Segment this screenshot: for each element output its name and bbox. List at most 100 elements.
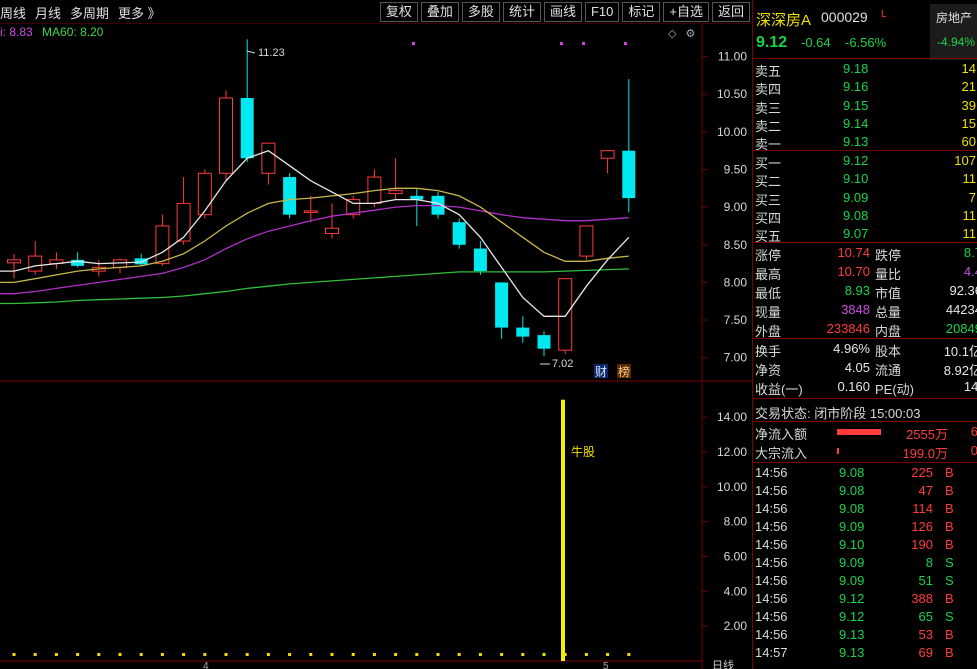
tick-side: B xyxy=(945,537,954,552)
settings-icon[interactable]: ⚙ xyxy=(686,28,696,40)
tick-price: 9.09 xyxy=(839,519,865,534)
tick-side: B xyxy=(945,645,954,660)
volume-dot xyxy=(245,653,249,656)
adjust-button[interactable]: 复权 xyxy=(379,2,418,22)
stat-value: 10.70 xyxy=(837,264,870,279)
fund-flow-bar xyxy=(837,448,839,454)
volume-dot xyxy=(160,653,164,656)
bid-price: 9.10 xyxy=(843,171,869,187)
stat-label: 量比 xyxy=(875,267,902,282)
volume-dot xyxy=(584,653,588,656)
candle[interactable] xyxy=(452,218,466,249)
more-menu[interactable]: 更多 》 xyxy=(118,3,161,22)
ask-level[interactable]: 卖五 9.18 14 xyxy=(753,60,977,79)
tick-row[interactable]: 14:56 9.12 388 B xyxy=(753,590,977,609)
price-axis-label: 7.50 xyxy=(724,313,748,327)
bid-volume: 11 xyxy=(962,171,977,187)
tick-side: S xyxy=(945,555,954,570)
tick-row[interactable]: 14:56 9.08 47 B xyxy=(753,482,977,501)
candle[interactable] xyxy=(283,173,297,219)
tick-row[interactable]: 14:56 9.09 8 S xyxy=(753,554,977,573)
bid-price: 9.07 xyxy=(843,226,869,242)
bid-level[interactable]: 买四 9.08 11 xyxy=(753,207,977,226)
volume-dot xyxy=(478,653,482,656)
draw-line-button[interactable]: 画线 xyxy=(543,2,582,22)
ask-level[interactable]: 卖四 9.16 21 xyxy=(753,78,977,97)
candle[interactable] xyxy=(346,195,361,219)
volume-dot xyxy=(288,653,292,656)
fund-flow-row: 大宗流入 199.0万 0 xyxy=(753,442,977,461)
volume-dot xyxy=(118,653,122,656)
bid-level[interactable]: 买二 9.10 11 xyxy=(753,170,977,189)
stat-label: 流通 xyxy=(875,363,902,378)
tick-volume: 51 xyxy=(918,573,933,588)
candle[interactable] xyxy=(579,225,594,260)
volume-spike-bar xyxy=(561,399,565,661)
volume-dot xyxy=(627,653,631,656)
multi-stock-button[interactable]: 多股 xyxy=(461,2,500,22)
signal-dot xyxy=(624,42,627,45)
fund-flow-bar xyxy=(837,429,881,435)
ask-volume: 15 xyxy=(961,115,976,131)
candle[interactable] xyxy=(219,90,233,181)
ask-level[interactable]: 卖三 9.15 39 xyxy=(753,97,977,116)
ask-level[interactable]: 卖二 9.14 15 xyxy=(753,115,977,134)
price-axis-label: 7.00 xyxy=(724,351,748,365)
period-label: 日线 xyxy=(712,658,734,669)
tick-row[interactable]: 14:56 9.12 65 S xyxy=(753,608,977,627)
tick-price: 9.10 xyxy=(839,537,865,552)
fund-flow-value: 2555万 xyxy=(906,427,948,442)
low-price-label: 7.02 xyxy=(552,358,573,370)
chart-options[interactable]: ◇ ⚙ xyxy=(668,27,695,40)
price-axis-label: 8.50 xyxy=(724,238,748,252)
finance-badge[interactable]: 财 xyxy=(595,365,607,379)
tick-row[interactable]: 14:56 9.09 126 B xyxy=(753,518,977,537)
candlestick-chart[interactable]: 11.0010.5010.009.509.008.508.007.507.00 … xyxy=(0,24,752,382)
tick-volume: 65 xyxy=(918,609,933,624)
tick-volume: 126 xyxy=(911,519,933,534)
tick-row[interactable]: 14:56 9.09 51 S xyxy=(753,572,977,591)
period-weekly[interactable]: 周线 xyxy=(0,3,26,22)
f10-button[interactable]: F10 xyxy=(584,2,620,22)
tick-row[interactable]: 14:56 9.10 190 B xyxy=(753,536,977,555)
chart-toolbar: 周线 月线 多周期 更多 》 复权 叠加 多股 统计 画线 F10 标记 +自选… xyxy=(0,0,752,24)
multi-period-menu[interactable]: 多周期 xyxy=(70,3,109,22)
tick-row[interactable]: 14:56 9.08 225 B xyxy=(753,464,977,483)
tick-row[interactable]: 14:57 9.13 69 B xyxy=(753,644,977,663)
tick-price: 9.12 xyxy=(839,591,865,606)
mark-button[interactable]: 标记 xyxy=(622,2,661,22)
bid-level[interactable]: 买一 9.12 107 xyxy=(753,152,977,171)
stat-value: 20849 xyxy=(945,321,977,336)
tick-price: 9.13 xyxy=(839,645,865,660)
bid-price: 9.09 xyxy=(843,189,869,205)
ask-price: 9.18 xyxy=(843,61,869,76)
bid-label: 买四 xyxy=(755,210,782,226)
diamond-icon[interactable]: ◇ xyxy=(668,28,676,40)
volume-dot xyxy=(415,653,419,656)
volume-chart[interactable]: 14.00 12.00 10.00 8.00 6.00 4.00 2.00 牛股 4 5 日… xyxy=(0,383,752,669)
period-monthly[interactable]: 月线 xyxy=(35,3,61,22)
sector-label: 房地产 xyxy=(936,11,973,25)
fund-flow-row: 净流入额 2555万 6 xyxy=(753,423,977,442)
overlay-button[interactable]: 叠加 xyxy=(420,2,459,22)
volume-dot xyxy=(33,653,37,656)
stat-row: 收益(一) 0.160 PE(动) 14. xyxy=(753,378,977,397)
stat-label: 换手 xyxy=(755,344,782,359)
tick-row[interactable]: 14:56 9.13 53 B xyxy=(753,626,977,645)
tick-row[interactable]: 14:56 9.08 114 B xyxy=(753,500,977,519)
statistics-button[interactable]: 统计 xyxy=(502,2,541,22)
tick-volume: 53 xyxy=(918,627,933,642)
stat-value: 92.36 xyxy=(949,283,977,298)
stat-label: 涨停 xyxy=(755,248,782,263)
add-watchlist-button[interactable]: +自选 xyxy=(663,2,709,22)
bid-level[interactable]: 买三 9.09 7 xyxy=(753,189,977,208)
back-button[interactable]: 返回 xyxy=(711,2,750,22)
volume-dot xyxy=(12,653,16,656)
volume-dot xyxy=(54,653,58,656)
tick-side: B xyxy=(945,501,954,516)
stat-value: 4.4 xyxy=(963,264,977,279)
ranking-badge[interactable]: 榜 xyxy=(618,364,630,379)
sector-change: -4.94% xyxy=(937,35,976,49)
ask-price: 9.15 xyxy=(843,97,869,113)
tick-side: B xyxy=(945,465,954,480)
